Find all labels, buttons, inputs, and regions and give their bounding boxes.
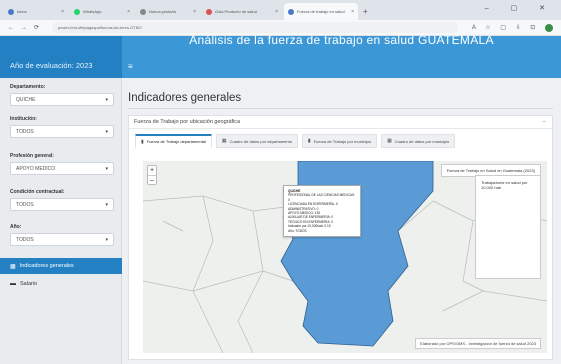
tab-cuadro-departamento[interactable]: ▦ Cuadro de datos por departamento [215, 134, 298, 148]
filter-departamento: Departamento: QUICHE ▾ [10, 84, 114, 106]
section-heading: Indicadores generales [128, 92, 242, 104]
tooltip-line: PROFESIONAL DE LAS CIENCIAS MEDICAS: 0 [288, 193, 356, 202]
close-tab-icon[interactable]: × [193, 9, 196, 15]
close-tab-icon[interactable]: × [351, 9, 354, 15]
divider [128, 108, 553, 109]
browser-tab-label: Nueva pestaña [149, 9, 176, 14]
tab-label: Cuadro de datos por departamento [229, 138, 292, 144]
browser-tab-bar: Inbox × WhatsApp × Nueva pestaña × Guia Pro… [0, 0, 561, 20]
evaluation-year-label: Año de evaluación: 2023 [0, 36, 122, 78]
favicon-icon [206, 8, 212, 15]
money-icon: ▬ [10, 281, 16, 287]
collapse-button[interactable]: – [543, 119, 546, 125]
map-container[interactable]: + – Fuerza de Trabajo en Salud en Guatem… [143, 161, 547, 353]
institucion-select[interactable]: TODOS ▾ [10, 125, 114, 138]
favicon-icon [8, 8, 14, 15]
browser-tab[interactable]: Nueva pestaña × [136, 3, 200, 20]
tab-label: Fuerza de Trabajo departamental [146, 139, 206, 144]
filter-profesion: Profesión general: APOYO MEDICO ▾ [10, 153, 114, 175]
sidebar-item-label: Salario [20, 281, 38, 287]
tab-search-icon[interactable]: ▢ [500, 25, 506, 31]
select-value: APOYO MEDICO [16, 165, 56, 172]
bar-chart-icon: ▮ [141, 138, 144, 145]
filter-label: Institución: [10, 116, 37, 122]
caret-down-icon: ▾ [105, 165, 108, 172]
close-tab-icon[interactable]: × [275, 9, 278, 15]
close-tab-icon[interactable]: × [61, 9, 64, 15]
filter-institucion: Institución: TODOS ▾ [10, 116, 114, 138]
tab-label: Fuerza de Trabajo por municipio [313, 138, 372, 144]
browser-tab-active[interactable]: Fuerza de trabajo en salud × [284, 3, 358, 20]
map-tooltip: QUICHE PROFESIONAL DE LAS CIENCIAS MEDIC… [283, 185, 361, 238]
sidebar-item-label: Indicadores generales [19, 263, 74, 269]
browser-tab[interactable]: Inbox × [4, 3, 68, 20]
filter-anio: Año: TODOS ▾ [10, 224, 114, 246]
caret-down-icon: ▾ [105, 236, 108, 243]
favicon-icon [74, 8, 80, 15]
geo-card: Fuerza de Trabajo por ubicación geográfi… [128, 115, 553, 360]
filter-label: Condición contractual: [10, 189, 65, 195]
card-tabs: ▮ Fuerza de Trabajo departamental ▦ Cuadro… [135, 134, 547, 148]
favicon-icon [140, 8, 146, 15]
select-value: TODOS [16, 236, 34, 243]
favicon-icon [288, 8, 294, 15]
close-tab-icon[interactable]: × [127, 9, 130, 15]
tab-fuerza-municipio[interactable]: ▮ Fuerza de Trabajo por municipio [301, 134, 378, 148]
bar-chart-icon: ▮ [307, 138, 311, 144]
browser-tab[interactable]: WhatsApp × [70, 3, 134, 20]
sidebar-item-salario[interactable]: ▬ Salario [0, 277, 122, 291]
anio-select[interactable]: TODOS ▾ [10, 233, 114, 246]
browser-tab[interactable]: Guia Producto de salud × [202, 3, 282, 20]
browser-actions: A ☆ ▢ ⇩ ⊡ [464, 23, 553, 32]
table-icon: ▦ [221, 138, 227, 144]
card-title: Fuerza de Trabajo por ubicación geográfi… [129, 116, 552, 129]
caret-down-icon: ▾ [105, 201, 108, 208]
legend-title: Trabajadores en salud por 10,000 hab [481, 180, 528, 190]
sidebar: Departamento: QUICHE ▾ Institución: TODOS… [0, 78, 122, 364]
tab-label: Cuadro de datos por municipio [394, 138, 450, 144]
condicion-select[interactable]: TODOS ▾ [10, 198, 114, 211]
departamento-select[interactable]: QUICHE ▾ [10, 93, 114, 106]
forward-icon[interactable]: → [21, 25, 27, 31]
reload-icon[interactable]: ⟳ [34, 24, 39, 31]
filter-label: Departamento: [10, 84, 46, 90]
select-value: QUICHE [16, 96, 36, 103]
tab-fuerza-departamental[interactable]: ▮ Fuerza de Trabajo departamental [135, 134, 212, 148]
sidebar-item-indicadores[interactable]: ▦ Indicadores generales [0, 258, 122, 274]
tab-cuadro-municipio[interactable]: ▦ Cuadro de datos por municipio [381, 134, 456, 148]
map-legend: Trabajadores en salud por 10,000 hab [475, 175, 541, 279]
menu-toggle-icon[interactable]: ≡ [128, 62, 133, 71]
caret-down-icon: ▾ [105, 96, 108, 103]
caret-down-icon: ▾ [105, 128, 108, 135]
extensions-icon[interactable]: ⊡ [530, 25, 535, 31]
browser-tab-label: Guia Producto de salud [215, 9, 257, 14]
zoom-in-button[interactable]: + [148, 166, 156, 175]
back-icon[interactable]: ← [8, 25, 14, 31]
url-field[interactable]: power-bmi-sfetpagaspa/fuerza-lab-tores-G… [52, 22, 458, 33]
translate-icon[interactable]: A [472, 25, 476, 31]
profile-avatar[interactable] [545, 23, 553, 32]
filter-label: Profesión general: [10, 153, 54, 159]
app-header: Año de evaluación: 2023 Análisis de la f… [0, 33, 561, 78]
tooltip-line: Año: TODOS [288, 228, 307, 233]
browser-tab-label: WhatsApp [83, 9, 102, 14]
new-tab-button[interactable]: + [363, 7, 368, 16]
download-icon[interactable]: ⇩ [516, 25, 521, 31]
zoom-control: + – [147, 165, 157, 185]
window-controls[interactable]: – ▢ ✕ [485, 4, 555, 12]
chart-icon: ▦ [10, 263, 16, 270]
select-value: TODOS [16, 128, 34, 135]
select-value: TODOS [16, 201, 34, 208]
page-title: Análisis de la fuerza de trabajo en salu… [189, 33, 494, 47]
filter-condicion: Condición contractual: TODOS ▾ [10, 189, 114, 211]
zoom-out-button[interactable]: – [148, 175, 156, 184]
table-icon: ▦ [387, 138, 392, 144]
bookmark-star-icon[interactable]: ☆ [485, 25, 490, 31]
browser-tab-label: Fuerza de trabajo en salud [297, 9, 345, 14]
top-navbar: Análisis de la fuerza de trabajo en salu… [122, 33, 561, 78]
map-attribution: Elaborado por OPS/OMS - Investigación de… [415, 338, 541, 349]
browser-tab-label: Inbox [17, 9, 27, 14]
profesion-select[interactable]: APOYO MEDICO ▾ [10, 162, 114, 175]
filter-label: Año: [10, 224, 22, 230]
